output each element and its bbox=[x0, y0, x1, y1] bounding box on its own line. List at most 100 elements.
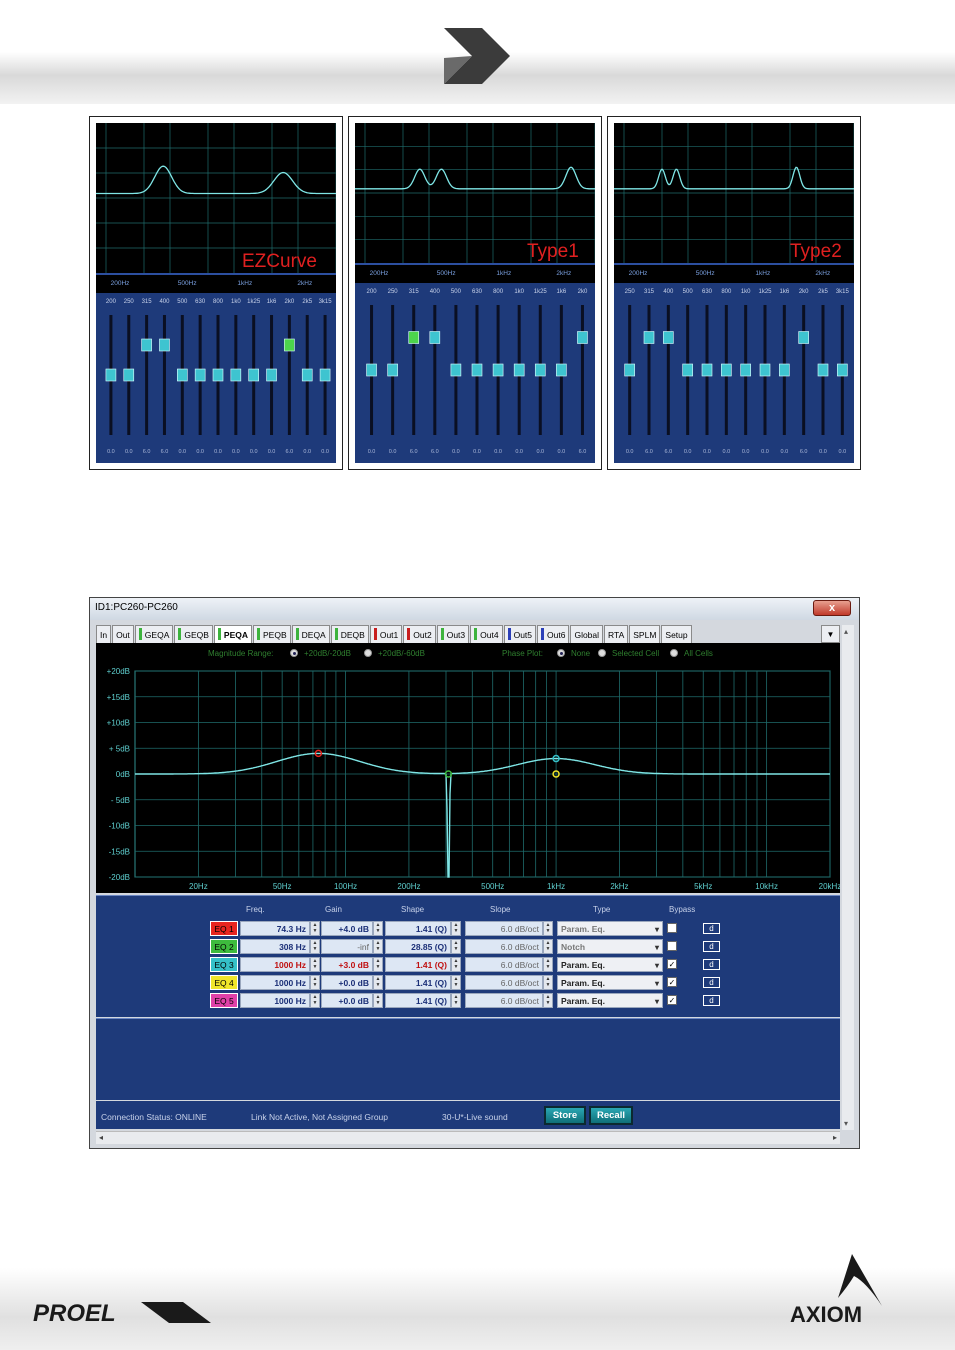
scroll-left-icon[interactable]: ◂ bbox=[99, 1133, 103, 1142]
scroll-down-icon[interactable]: ▾ bbox=[844, 1119, 848, 1128]
fader-knob[interactable] bbox=[759, 363, 771, 377]
type-dropdown[interactable]: Notch bbox=[557, 939, 663, 954]
fader-knob[interactable] bbox=[429, 331, 441, 344]
fader-knob[interactable] bbox=[682, 363, 693, 377]
slope-stepper[interactable]: ▲ ▼ bbox=[543, 993, 553, 1008]
gain-field[interactable]: +3.0 dB bbox=[321, 957, 373, 972]
fader-knob[interactable] bbox=[534, 363, 546, 377]
shape-field[interactable]: 1.41 (Q) bbox=[385, 957, 451, 972]
tab-rta[interactable]: RTA bbox=[604, 625, 629, 643]
shape-field[interactable]: 1.41 (Q) bbox=[385, 993, 451, 1008]
fader-knob[interactable] bbox=[284, 338, 295, 352]
slope-field[interactable]: 6.0 dB/oct bbox=[465, 993, 543, 1008]
shape-field[interactable]: 1.41 (Q) bbox=[385, 921, 451, 936]
tab-out6[interactable]: Out6 bbox=[537, 625, 570, 643]
tab-deqa[interactable]: DEQA bbox=[291, 625, 330, 643]
fader-knob[interactable] bbox=[817, 363, 829, 377]
fader-knob[interactable] bbox=[159, 338, 170, 352]
fader-knob[interactable] bbox=[624, 363, 635, 377]
detail-button[interactable]: d bbox=[703, 959, 720, 970]
fader-knob[interactable] bbox=[194, 368, 206, 382]
fader-knob[interactable] bbox=[141, 338, 152, 352]
fader-knob[interactable] bbox=[266, 368, 277, 382]
detail-button[interactable]: d bbox=[703, 977, 720, 988]
fader-knob[interactable] bbox=[740, 363, 751, 377]
gain-stepper[interactable]: ▲ ▼ bbox=[373, 939, 383, 954]
fader-knob[interactable] bbox=[408, 331, 420, 344]
freq-stepper[interactable]: ▲ ▼ bbox=[310, 993, 320, 1008]
gain-field[interactable]: +4.0 dB bbox=[321, 921, 373, 936]
fader-knob[interactable] bbox=[366, 363, 377, 377]
detail-button[interactable]: d bbox=[703, 941, 720, 952]
bypass-checkbox[interactable] bbox=[667, 923, 677, 933]
tab-out4[interactable]: Out4 bbox=[470, 625, 503, 643]
slope-stepper[interactable]: ▲ ▼ bbox=[543, 957, 553, 972]
fader-knob[interactable] bbox=[319, 368, 331, 382]
fader-knob[interactable] bbox=[701, 363, 713, 377]
gain-stepper[interactable]: ▲ ▼ bbox=[373, 921, 383, 936]
shape-stepper[interactable]: ▲ ▼ bbox=[451, 993, 461, 1008]
slope-stepper[interactable]: ▲ ▼ bbox=[543, 939, 553, 954]
fader-knob[interactable] bbox=[387, 363, 398, 377]
fader-knob[interactable] bbox=[450, 363, 462, 377]
gain-field[interactable]: +0.0 dB bbox=[321, 975, 373, 990]
shape-field[interactable]: 28.85 (Q) bbox=[385, 939, 451, 954]
fader-knob[interactable] bbox=[492, 363, 504, 377]
fader-knob[interactable] bbox=[663, 331, 674, 344]
shape-stepper[interactable]: ▲ ▼ bbox=[451, 939, 461, 954]
slope-field[interactable]: 6.0 dB/oct bbox=[465, 921, 543, 936]
slope-stepper[interactable]: ▲ ▼ bbox=[543, 921, 553, 936]
bypass-checkbox[interactable]: ✓ bbox=[667, 959, 677, 969]
freq-field[interactable]: 1000 Hz bbox=[240, 975, 310, 990]
type-dropdown[interactable]: Param. Eq. bbox=[557, 993, 663, 1008]
freq-field[interactable]: 1000 Hz bbox=[240, 993, 310, 1008]
freq-field[interactable]: 74.3 Hz bbox=[240, 921, 310, 936]
freq-stepper[interactable]: ▲ ▼ bbox=[310, 921, 320, 936]
fader-knob[interactable] bbox=[105, 368, 117, 382]
type-dropdown[interactable]: Param. Eq. bbox=[557, 975, 663, 990]
fader-knob[interactable] bbox=[471, 363, 483, 377]
freq-stepper[interactable]: ▲ ▼ bbox=[310, 957, 320, 972]
detail-button[interactable]: d bbox=[703, 923, 720, 934]
gain-stepper[interactable]: ▲ ▼ bbox=[373, 957, 383, 972]
shape-stepper[interactable]: ▲ ▼ bbox=[451, 957, 461, 972]
freq-stepper[interactable]: ▲ ▼ bbox=[310, 975, 320, 990]
scroll-up-icon[interactable]: ▴ bbox=[844, 627, 848, 636]
fader-knob[interactable] bbox=[301, 368, 313, 382]
close-button[interactable]: x bbox=[813, 600, 851, 616]
tab-setup[interactable]: Setup bbox=[661, 625, 692, 643]
eq-response-plot[interactable]: +20dB +15dB +10dB + 5dB 0dB - 5dB -10dB -15dB -2… bbox=[96, 643, 840, 893]
tab-splm[interactable]: SPLM bbox=[629, 625, 661, 643]
vertical-scrollbar[interactable]: ▴ ▾ bbox=[842, 625, 854, 1130]
shape-stepper[interactable]: ▲ ▼ bbox=[451, 921, 461, 936]
fader-knob[interactable] bbox=[837, 363, 848, 377]
freq-field[interactable]: 1000 Hz bbox=[240, 957, 310, 972]
fader-knob[interactable] bbox=[248, 368, 259, 382]
scroll-right-icon[interactable]: ▸ bbox=[833, 1133, 837, 1142]
bypass-checkbox[interactable]: ✓ bbox=[667, 977, 677, 987]
recall-button[interactable]: Recall bbox=[589, 1106, 633, 1125]
fader-knob[interactable] bbox=[230, 368, 242, 382]
detail-button[interactable]: d bbox=[703, 995, 720, 1006]
tab-menu-button[interactable]: ▼ bbox=[821, 625, 840, 643]
tab-geqb[interactable]: GEQB bbox=[174, 625, 213, 643]
tab-out1[interactable]: Out1 bbox=[369, 625, 403, 643]
tab-out5[interactable]: Out5 bbox=[503, 625, 537, 643]
fader-knob[interactable] bbox=[798, 331, 809, 344]
slope-field[interactable]: 6.0 dB/oct bbox=[465, 939, 543, 954]
tab-out3[interactable]: Out3 bbox=[436, 625, 470, 643]
fader-knob[interactable] bbox=[123, 368, 135, 382]
gain-stepper[interactable]: ▲ ▼ bbox=[373, 975, 383, 990]
fader-knob[interactable] bbox=[556, 363, 567, 377]
slope-stepper[interactable]: ▲ ▼ bbox=[543, 975, 553, 990]
gain-field[interactable]: +0.0 dB bbox=[321, 993, 373, 1008]
tab-peqb[interactable]: PEQB bbox=[253, 625, 291, 643]
fader-knob[interactable] bbox=[212, 368, 224, 382]
tab-out2[interactable]: Out2 bbox=[403, 625, 436, 643]
store-button[interactable]: Store bbox=[544, 1106, 586, 1125]
type-dropdown[interactable]: Param. Eq. bbox=[557, 957, 663, 972]
fader-knob[interactable] bbox=[779, 363, 790, 377]
fader-knob[interactable] bbox=[643, 331, 655, 344]
freq-stepper[interactable]: ▲ ▼ bbox=[310, 939, 320, 954]
tab-peqa[interactable]: PEQA bbox=[213, 625, 253, 643]
